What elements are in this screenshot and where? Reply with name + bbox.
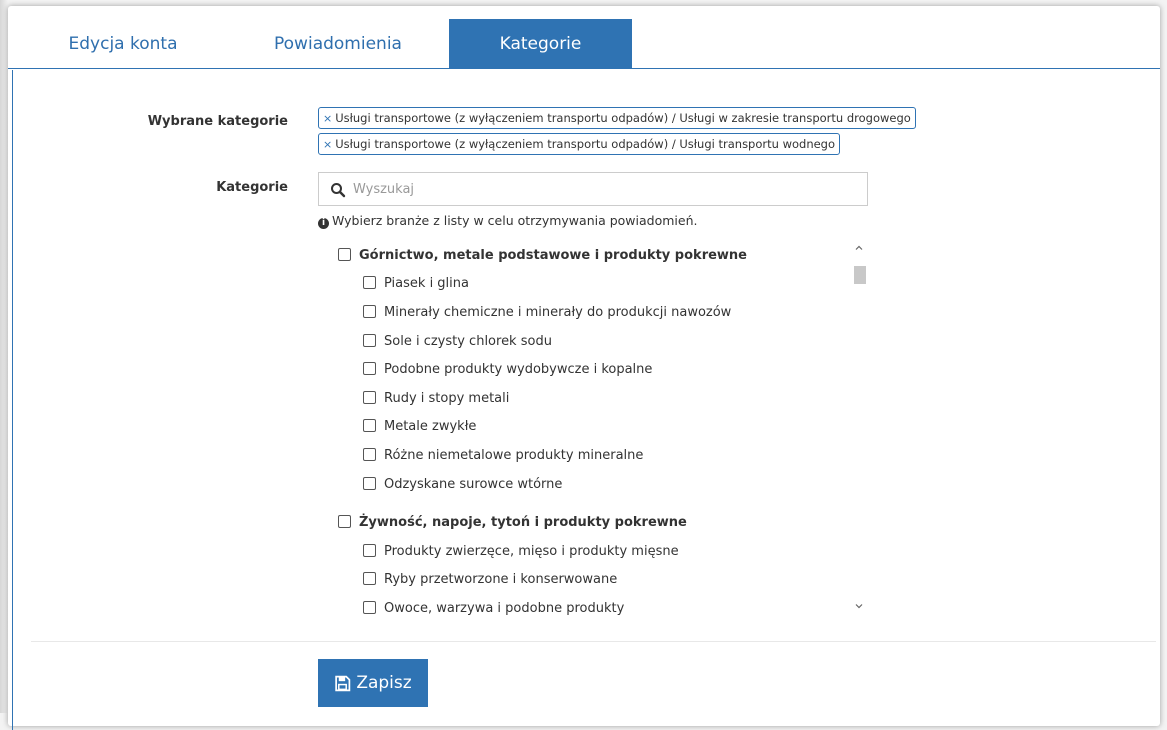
category-label: Rudy i stopy metali xyxy=(384,391,510,406)
tab-bar: Edycja konta Powiadomienia Kategorie xyxy=(8,19,1160,69)
category-label: Różne niemetalowe produkty mineralne xyxy=(384,448,644,463)
category-label: Piasek i glina xyxy=(384,276,469,291)
category-item[interactable]: Ryby przetworzone i konserwowane xyxy=(363,570,617,590)
checkbox[interactable] xyxy=(363,419,376,432)
chip-label: Usługi transportowe (z wyłączeniem trans… xyxy=(335,111,911,125)
category-label: Minerały chemiczne i minerały do produkc… xyxy=(384,305,732,320)
category-item[interactable]: Piasek i glina xyxy=(363,274,469,294)
category-item[interactable]: Owoce, warzywa i podobne produkty xyxy=(363,599,624,618)
selected-category-chip: × Usługi transportowe (z wyłączeniem tran… xyxy=(318,107,916,129)
tab-powiadomienia[interactable]: Powiadomienia xyxy=(253,19,423,69)
info-icon: i xyxy=(318,218,329,229)
category-label: Owoce, warzywa i podobne produkty xyxy=(384,601,625,616)
scrollbar-thumb[interactable] xyxy=(854,266,866,284)
tab-kategorie[interactable]: Kategorie xyxy=(449,19,632,69)
category-item[interactable]: Różne niemetalowe produkty mineralne xyxy=(363,446,643,466)
category-label: Sole i czysty chlorek sodu xyxy=(384,334,552,349)
checkbox[interactable] xyxy=(363,601,376,614)
remove-chip-icon[interactable]: × xyxy=(323,138,332,151)
category-search xyxy=(318,172,868,206)
category-group-item[interactable]: Żywność, napoje, tytoń i produkty pokrew… xyxy=(338,513,687,533)
category-item[interactable]: Rudy i stopy metali xyxy=(363,389,509,409)
save-icon xyxy=(335,675,351,691)
category-hint: i Wybierz branże z listy w celu otrzymywa… xyxy=(318,213,697,229)
tab-content-kategorie: Wybrane kategorie × Usługi transportowe (… xyxy=(12,70,1160,730)
backdrop-edge xyxy=(0,0,8,713)
checkbox[interactable] xyxy=(338,248,351,261)
search-input[interactable] xyxy=(351,178,851,200)
search-icon xyxy=(331,183,346,198)
settings-window: Edycja konta Powiadomienia Kategorie Wyb… xyxy=(8,6,1160,730)
tab-edycja-konta[interactable]: Edycja konta xyxy=(48,19,198,69)
category-item[interactable]: Odzyskane surowce wtórne xyxy=(363,475,562,495)
category-list[interactable]: Górnictwo, metale podstawowe i produkty … xyxy=(318,240,870,618)
checkbox[interactable] xyxy=(363,362,376,375)
form-divider xyxy=(31,641,1156,642)
category-item[interactable]: Produkty zwierzęce, mięso i produkty mię… xyxy=(363,542,679,562)
save-button-label: Zapisz xyxy=(356,673,412,693)
category-label: Odzyskane surowce wtórne xyxy=(384,477,563,492)
category-item[interactable]: Podobne produkty wydobywcze i kopalne xyxy=(363,360,652,380)
category-label: Metale zwykłe xyxy=(384,419,477,434)
checkbox[interactable] xyxy=(363,305,376,318)
category-label: Podobne produkty wydobywcze i kopalne xyxy=(384,362,653,377)
category-item[interactable]: Metale zwykłe xyxy=(363,417,476,437)
category-label: Żywność, napoje, tytoń i produkty pokrew… xyxy=(359,515,687,530)
checkbox[interactable] xyxy=(338,515,351,528)
category-label: Produkty zwierzęce, mięso i produkty mię… xyxy=(384,544,679,559)
category-label: Górnictwo, metale podstawowe i produkty … xyxy=(359,248,748,263)
remove-chip-icon[interactable]: × xyxy=(323,112,332,125)
save-button[interactable]: Zapisz xyxy=(318,659,428,707)
category-item[interactable]: Minerały chemiczne i minerały do produkc… xyxy=(363,303,731,323)
selected-categories-label: Wybrane kategorie xyxy=(147,114,288,129)
checkbox[interactable] xyxy=(363,391,376,404)
category-label: Ryby przetworzone i konserwowane xyxy=(384,572,618,587)
category-group-item[interactable]: Górnictwo, metale podstawowe i produkty … xyxy=(338,246,747,266)
chevron-down-icon[interactable] xyxy=(853,600,865,612)
hint-text: Wybierz branże z listy w celu otrzymywan… xyxy=(332,213,698,228)
chevron-up-icon[interactable] xyxy=(853,242,865,254)
checkbox[interactable] xyxy=(363,572,376,585)
checkbox[interactable] xyxy=(363,544,376,557)
checkbox[interactable] xyxy=(363,334,376,347)
category-list-scrollbar[interactable] xyxy=(851,240,868,618)
selected-category-chip: × Usługi transportowe (z wyłączeniem tran… xyxy=(318,133,841,155)
category-item[interactable]: Sole i czysty chlorek sodu xyxy=(363,332,552,352)
checkbox[interactable] xyxy=(363,448,376,461)
categories-label: Kategorie xyxy=(216,180,288,195)
chip-label: Usługi transportowe (z wyłączeniem trans… xyxy=(335,137,836,151)
checkbox[interactable] xyxy=(363,276,376,289)
checkbox[interactable] xyxy=(363,477,376,490)
